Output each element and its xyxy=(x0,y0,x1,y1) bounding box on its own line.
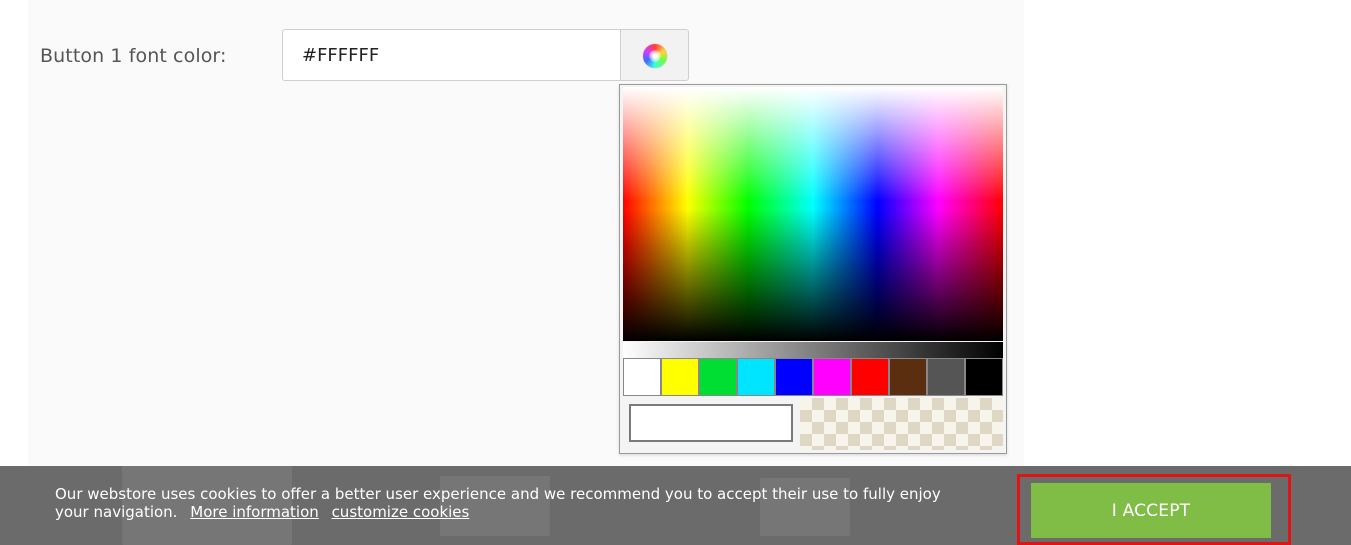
color-swatch[interactable] xyxy=(851,358,889,396)
color-swatches xyxy=(623,358,1003,396)
highlight-annotation xyxy=(1017,474,1291,545)
color-swatch[interactable] xyxy=(813,358,851,396)
font-color-label: Button 1 font color: xyxy=(40,45,227,67)
cookie-message-line2: your navigation. xyxy=(55,503,178,521)
color-swatch[interactable] xyxy=(927,358,965,396)
font-color-input[interactable] xyxy=(282,29,620,81)
color-picker-button[interactable] xyxy=(620,29,689,81)
cookie-message-line1: Our webstore uses cookies to offer a bet… xyxy=(55,485,941,503)
cookie-message: Our webstore uses cookies to offer a bet… xyxy=(55,485,1030,521)
transparency-preview xyxy=(800,398,1003,450)
color-picker-popup xyxy=(619,84,1007,454)
color-swatch[interactable] xyxy=(775,358,813,396)
color-wheel-icon xyxy=(643,44,667,68)
customize-cookies-link[interactable]: customize cookies xyxy=(332,503,470,521)
grayscale-slider[interactable] xyxy=(623,342,1003,358)
color-swatch[interactable] xyxy=(623,358,661,396)
color-spectrum[interactable] xyxy=(623,87,1003,341)
color-swatch[interactable] xyxy=(965,358,1003,396)
color-swatch[interactable] xyxy=(699,358,737,396)
color-swatch[interactable] xyxy=(737,358,775,396)
more-information-link[interactable]: More information xyxy=(190,503,319,521)
color-preview xyxy=(629,404,793,442)
color-swatch[interactable] xyxy=(661,358,699,396)
color-swatch[interactable] xyxy=(889,358,927,396)
